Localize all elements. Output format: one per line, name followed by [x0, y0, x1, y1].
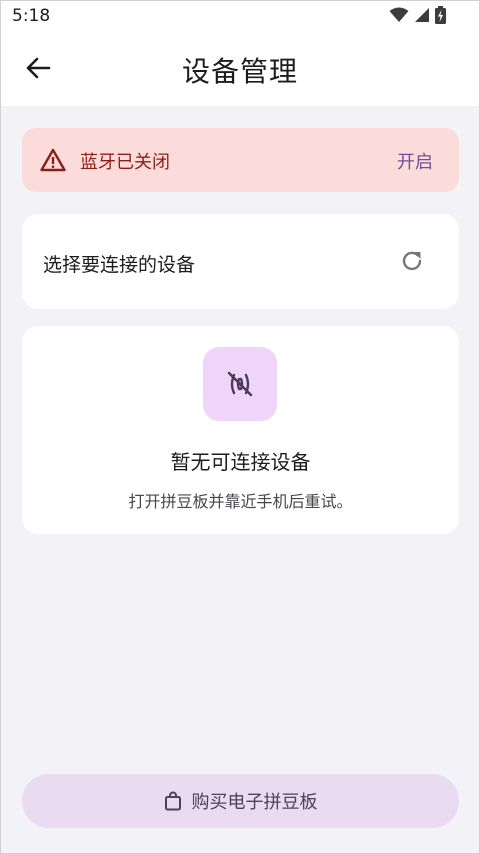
empty-state-card: 暂无可连接设备 打开拼豆板并靠近手机后重试。 [22, 326, 459, 534]
empty-state-hint: 打开拼豆板并靠近手机后重试。 [128, 492, 353, 511]
bluetooth-off-alert: 蓝牙已关闭 开启 [22, 128, 459, 192]
wifi-icon [389, 7, 409, 22]
status-icons [389, 6, 446, 24]
buy-pegboard-button[interactable]: 购买电子拼豆板 [22, 774, 459, 828]
battery-charging-icon [435, 6, 446, 24]
empty-state-icon-box [203, 347, 277, 421]
page-title: 设备管理 [181, 55, 298, 88]
status-time: 5:18 [12, 6, 51, 26]
enable-bluetooth-button[interactable]: 开启 [397, 148, 433, 174]
empty-state-title: 暂无可连接设备 [170, 450, 311, 474]
warning-icon [40, 148, 66, 172]
shopping-bag-icon [164, 791, 181, 811]
device-select-card: 选择要连接的设备 [22, 214, 459, 309]
app-bar: 设备管理 [0, 34, 480, 106]
buy-button-label: 购买电子拼豆板 [191, 792, 318, 813]
refresh-icon[interactable] [399, 248, 425, 274]
signal-off-icon [227, 371, 253, 397]
signal-icon [415, 8, 429, 22]
device-select-label: 选择要连接的设备 [43, 254, 196, 276]
status-bar: 5:18 [0, 0, 480, 34]
alert-message: 蓝牙已关闭 [80, 152, 170, 173]
